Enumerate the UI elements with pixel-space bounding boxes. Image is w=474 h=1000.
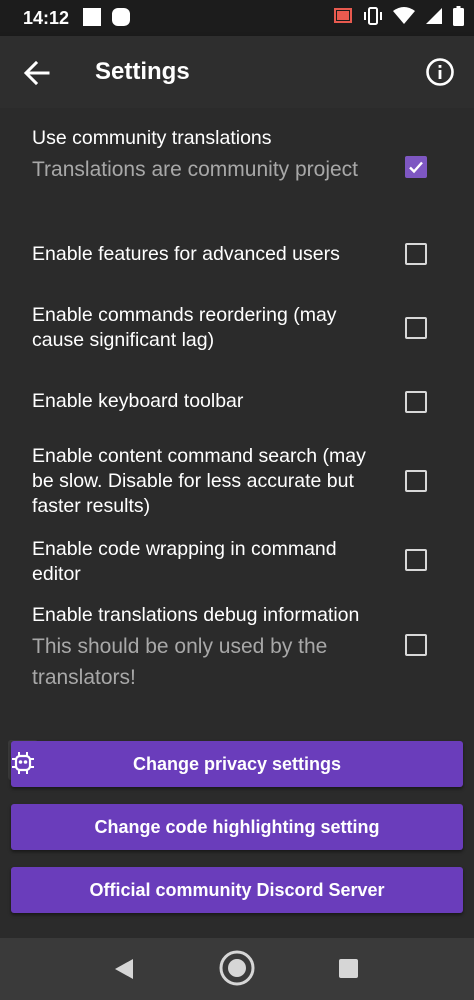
checkmark-icon [409,161,423,174]
setting-title: Enable commands reordering (may cause si… [32,304,337,351]
code-wrapping-checkbox[interactable] [405,549,427,571]
discord-server-button[interactable]: Official community Discord Server [11,867,463,913]
arrow-back-icon[interactable] [20,56,54,90]
setting-community-translations[interactable]: Use community translations Translations … [32,126,452,185]
setting-advanced-features[interactable]: Enable features for advanced users [32,242,452,267]
system-nav-bar [0,938,474,1000]
bug-icon[interactable] [10,750,36,776]
setting-subtitle: Translations are community project [32,158,359,181]
content-command-search-checkbox[interactable] [405,470,427,492]
commands-reordering-checkbox[interactable] [405,317,427,339]
change-code-highlighting-button[interactable]: Change code highlighting setting [11,804,463,850]
change-privacy-settings-button[interactable]: Change privacy settings [11,741,463,787]
page-title: Settings [95,58,190,85]
setting-title: Enable code wrapping in command editor [32,538,337,585]
signal-icon [426,8,442,24]
app-bar: Settings [0,36,474,108]
setting-title: Enable keyboard toolbar [32,390,244,412]
status-icons [333,6,464,26]
nav-recents-icon[interactable] [339,959,358,978]
setting-keyboard-toolbar[interactable]: Enable keyboard toolbar [32,389,452,414]
setting-code-wrapping[interactable]: Enable code wrapping in command editor [32,537,452,587]
nav-back-icon[interactable] [114,958,134,980]
setting-content-command-search[interactable]: Enable content command search (may be sl… [32,444,452,519]
setting-title: Use community translations [32,127,272,149]
setting-title: Enable translations debug information [32,604,360,626]
setting-title: Enable features for advanced users [32,243,340,265]
status-time: 14:12 [23,8,70,28]
notification-app-icon [112,8,130,26]
battery-icon [453,6,464,26]
setting-title: Enable content command search (may be sl… [32,445,366,517]
wifi-icon [393,7,415,24]
setting-subtitle: This should be only used by the translat… [32,635,328,689]
notification-square-icon [83,8,101,26]
setting-commands-reordering[interactable]: Enable commands reordering (may cause si… [32,303,452,353]
translations-debug-checkbox[interactable] [405,634,427,656]
nav-home-icon[interactable] [218,949,256,987]
info-icon[interactable] [424,56,456,88]
setting-translations-debug[interactable]: Enable translations debug information Th… [32,603,452,693]
status-bar: 14:12 [0,0,474,36]
advanced-features-checkbox[interactable] [405,243,427,265]
keyboard-toolbar-checkbox[interactable] [405,391,427,413]
community-translations-checkbox[interactable] [405,156,427,178]
vibrate-icon [364,7,382,25]
cast-icon [334,8,352,23]
